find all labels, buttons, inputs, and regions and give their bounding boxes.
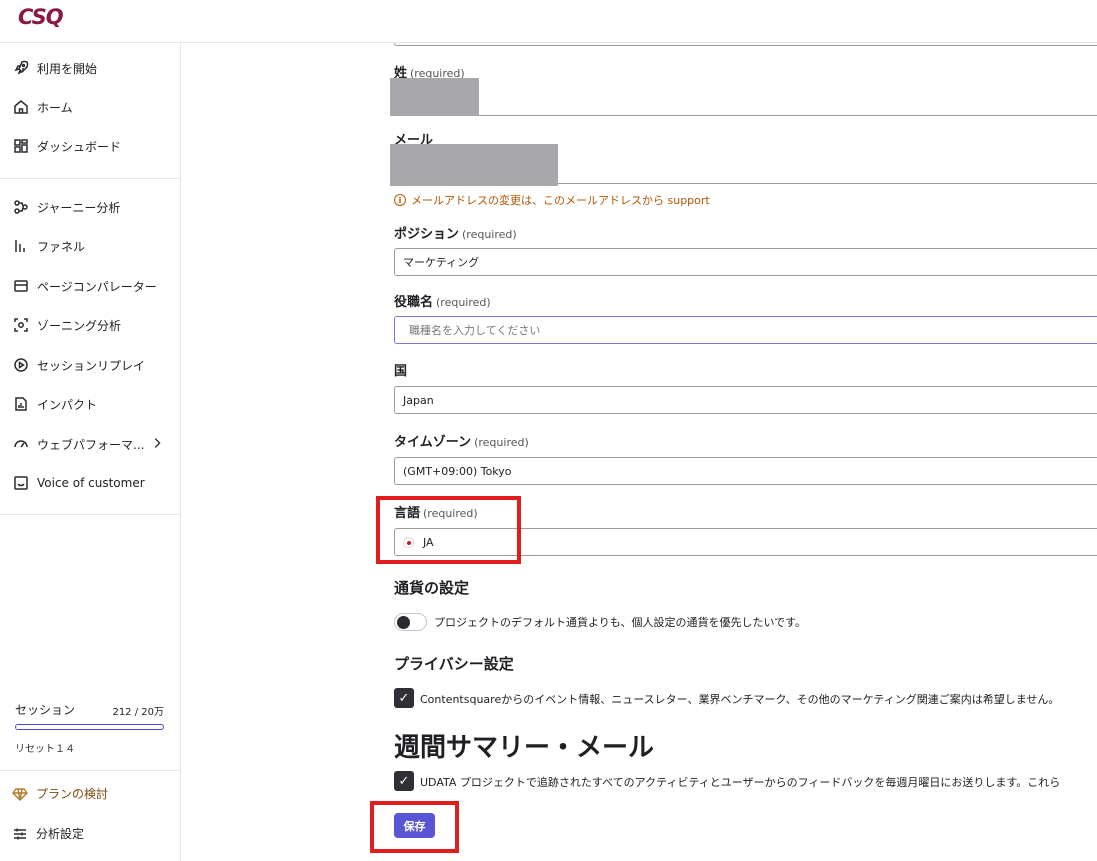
check-icon: ✓ — [398, 690, 410, 706]
redacted-email — [390, 144, 558, 186]
funnel-icon — [12, 237, 30, 255]
sidebar-item-web-performance[interactable]: ウェブパフォーマ... — [0, 426, 180, 462]
highlight-language — [376, 496, 521, 564]
sidebar: 利用を開始 ホーム ダッシュボード ジャーニー分析 ファネル ページコンパレータ… — [0, 43, 181, 861]
sidebar-item-funnel[interactable]: ファネル — [0, 228, 180, 264]
sidebar-item-label: Voice of customer — [37, 476, 145, 490]
info-icon: i — [394, 194, 406, 206]
currency-heading: 通貨の設定 — [394, 579, 470, 597]
sidebar-item-page-comparator[interactable]: ページコンパレーター — [0, 268, 180, 304]
session-label: セッション — [15, 703, 76, 717]
impact-icon — [12, 395, 30, 413]
top-bar: CSQ — [0, 0, 1097, 43]
last-name-field-border[interactable] — [479, 115, 1097, 116]
country-select[interactable]: Japan — [394, 386, 1097, 414]
currency-preference-toggle[interactable] — [394, 613, 427, 631]
gauge-icon — [12, 435, 30, 453]
sidebar-item-voice-of-customer[interactable]: Voice of customer — [0, 465, 180, 501]
weekly-summary-heading: 週間サマリー・メール — [394, 733, 655, 763]
sidebar-item-get-started[interactable]: 利用を開始 — [0, 50, 180, 86]
session-usage-fill — [16, 725, 18, 729]
sidebar-item-dashboard[interactable]: ダッシュボード — [0, 128, 180, 164]
analysis-settings-link[interactable]: 分析設定 — [12, 825, 84, 842]
weekly-summary-checkbox-label: UDATA プロジェクトで追跡されたすべてのアクティビティとユーザーからのフィー… — [420, 776, 1061, 789]
country-label: 国 — [394, 364, 408, 379]
sidebar-item-label: ゾーニング分析 — [37, 318, 122, 333]
job-title-input[interactable]: 職種名を入力してください — [394, 316, 1097, 344]
privacy-heading: プライバシー設定 — [394, 655, 514, 673]
sidebar-item-label: ホーム — [37, 100, 73, 115]
profile-form: 姓 (required) メール i メールアドレスの変更は、このメールアドレスから… — [181, 43, 1097, 861]
plan-review-link[interactable]: プランの検討 — [12, 785, 108, 802]
position-label: ポジション (required) — [394, 227, 517, 242]
timezone-select[interactable]: (GMT+09:00) Tokyo — [394, 457, 1097, 485]
weekly-summary-checkbox[interactable]: ✓ — [394, 771, 414, 791]
sidebar-item-label: ウェブパフォーマ... — [37, 437, 145, 452]
sidebar-item-label: ダッシュボード — [37, 139, 122, 154]
session-count: 212 / 20万 — [112, 707, 164, 718]
redacted-last-name — [390, 78, 479, 116]
position-select[interactable]: マーケティング — [394, 248, 1097, 276]
first-name-field[interactable] — [394, 43, 1097, 46]
plan-review-label: プランの検討 — [36, 787, 109, 801]
sidebar-item-home[interactable]: ホーム — [0, 89, 180, 125]
toggle-knob — [397, 616, 410, 629]
email-change-warning: i メールアドレスの変更は、このメールアドレスから support — [394, 192, 710, 208]
sidebar-item-session-replay[interactable]: セッションリプレイ — [0, 347, 180, 383]
email-field-border[interactable] — [558, 183, 1097, 184]
session-usage-bar — [15, 724, 164, 730]
dashboard-icon — [12, 137, 30, 155]
check-icon: ✓ — [398, 773, 410, 789]
sidebar-item-label: セッションリプレイ — [37, 358, 146, 373]
sidebar-item-label: ジャーニー分析 — [37, 200, 121, 215]
sliders-icon — [14, 828, 26, 839]
sidebar-divider — [0, 178, 180, 179]
sidebar-item-label: ページコンパレーター — [37, 279, 157, 294]
timezone-label: タイムゾーン (required) — [394, 435, 529, 450]
journey-icon — [12, 198, 30, 216]
currency-toggle-label: プロジェクトのデフォルト通貨よりも、個人設定の通貨を優先したいです。 — [434, 616, 807, 629]
analysis-settings-label: 分析設定 — [36, 827, 85, 841]
privacy-checkbox-label: Contentsquareからのイベント情報、ニュースレター、業界ベンチマーク、… — [420, 693, 1060, 706]
diamond-icon — [12, 787, 28, 801]
sidebar-divider — [0, 514, 180, 515]
page-comparator-icon — [12, 277, 30, 295]
privacy-checkbox[interactable]: ✓ — [394, 688, 414, 708]
home-icon — [12, 98, 30, 116]
job-title-label: 役職名 (required) — [394, 295, 491, 310]
sidebar-item-journey[interactable]: ジャーニー分析 — [0, 189, 180, 225]
zoning-icon — [12, 316, 30, 334]
play-icon — [12, 356, 30, 374]
highlight-save — [370, 801, 459, 853]
email-warning-text: メールアドレスの変更は、このメールアドレスから support — [411, 194, 710, 207]
sidebar-item-label: ファネル — [37, 239, 86, 254]
session-reset-text: リセット１４ — [15, 744, 75, 755]
chevron-right-icon[interactable] — [150, 436, 164, 453]
smile-icon — [12, 474, 30, 492]
csq-logo[interactable]: CSQ — [18, 5, 64, 29]
sidebar-item-label: インパクト — [37, 397, 98, 412]
sidebar-divider — [0, 770, 180, 771]
sidebar-item-zoning[interactable]: ゾーニング分析 — [0, 307, 180, 343]
rocket-icon — [12, 59, 30, 77]
sidebar-item-impact[interactable]: インパクト — [0, 386, 180, 422]
sidebar-item-label: 利用を開始 — [37, 61, 98, 76]
